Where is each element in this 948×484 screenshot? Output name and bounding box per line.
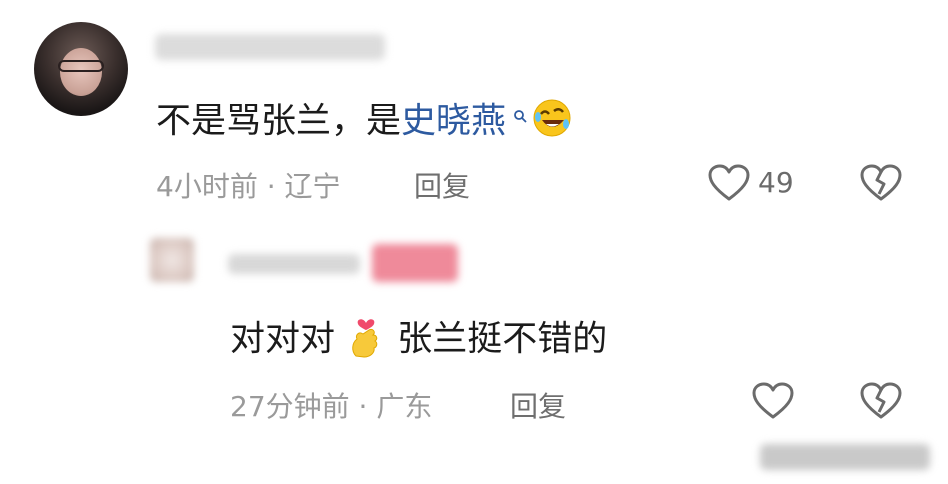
reply-time: 27分钟前	[230, 390, 350, 423]
meta-separator: ·	[266, 170, 285, 203]
reply-button[interactable]: 回复	[510, 385, 566, 425]
broken-heart-icon[interactable]	[860, 164, 902, 206]
reply-text-suffix: 张兰挺不错的	[397, 319, 608, 360]
reply-meta: 27分钟前 · 广东	[230, 385, 432, 425]
meta-separator: ·	[358, 390, 377, 423]
heart-finger-emoji	[346, 314, 386, 367]
comment-location: 辽宁	[284, 170, 341, 203]
commenter-name-blurred[interactable]	[155, 34, 385, 60]
watermark-blurred	[760, 444, 930, 470]
comment-text: 不是骂张兰，是史晓燕	[156, 98, 572, 147]
like-count: 49	[758, 166, 794, 199]
reply-button[interactable]: 回复	[414, 165, 470, 205]
commenter-avatar[interactable]	[34, 22, 128, 116]
replier-badge-blurred	[372, 244, 458, 282]
replier-name-blurred[interactable]	[228, 254, 360, 274]
broken-heart-icon[interactable]	[860, 382, 902, 424]
comment-time: 4小时前	[156, 170, 258, 203]
search-icon[interactable]	[508, 108, 532, 127]
rolling-laughing-emoji	[532, 98, 572, 147]
comment-text-body: 不是骂张兰，是	[156, 101, 402, 142]
reply-text: 对对对 张兰挺不错的	[230, 314, 607, 367]
heart-outline-icon[interactable]	[708, 164, 750, 206]
comment-meta: 4小时前 · 辽宁	[156, 165, 341, 205]
replier-avatar[interactable]	[150, 238, 194, 282]
heart-outline-icon[interactable]	[752, 382, 794, 424]
search-link[interactable]: 史晓燕	[401, 102, 506, 142]
reply-text-prefix: 对对对	[230, 319, 336, 360]
reply-location: 广东	[376, 390, 433, 423]
